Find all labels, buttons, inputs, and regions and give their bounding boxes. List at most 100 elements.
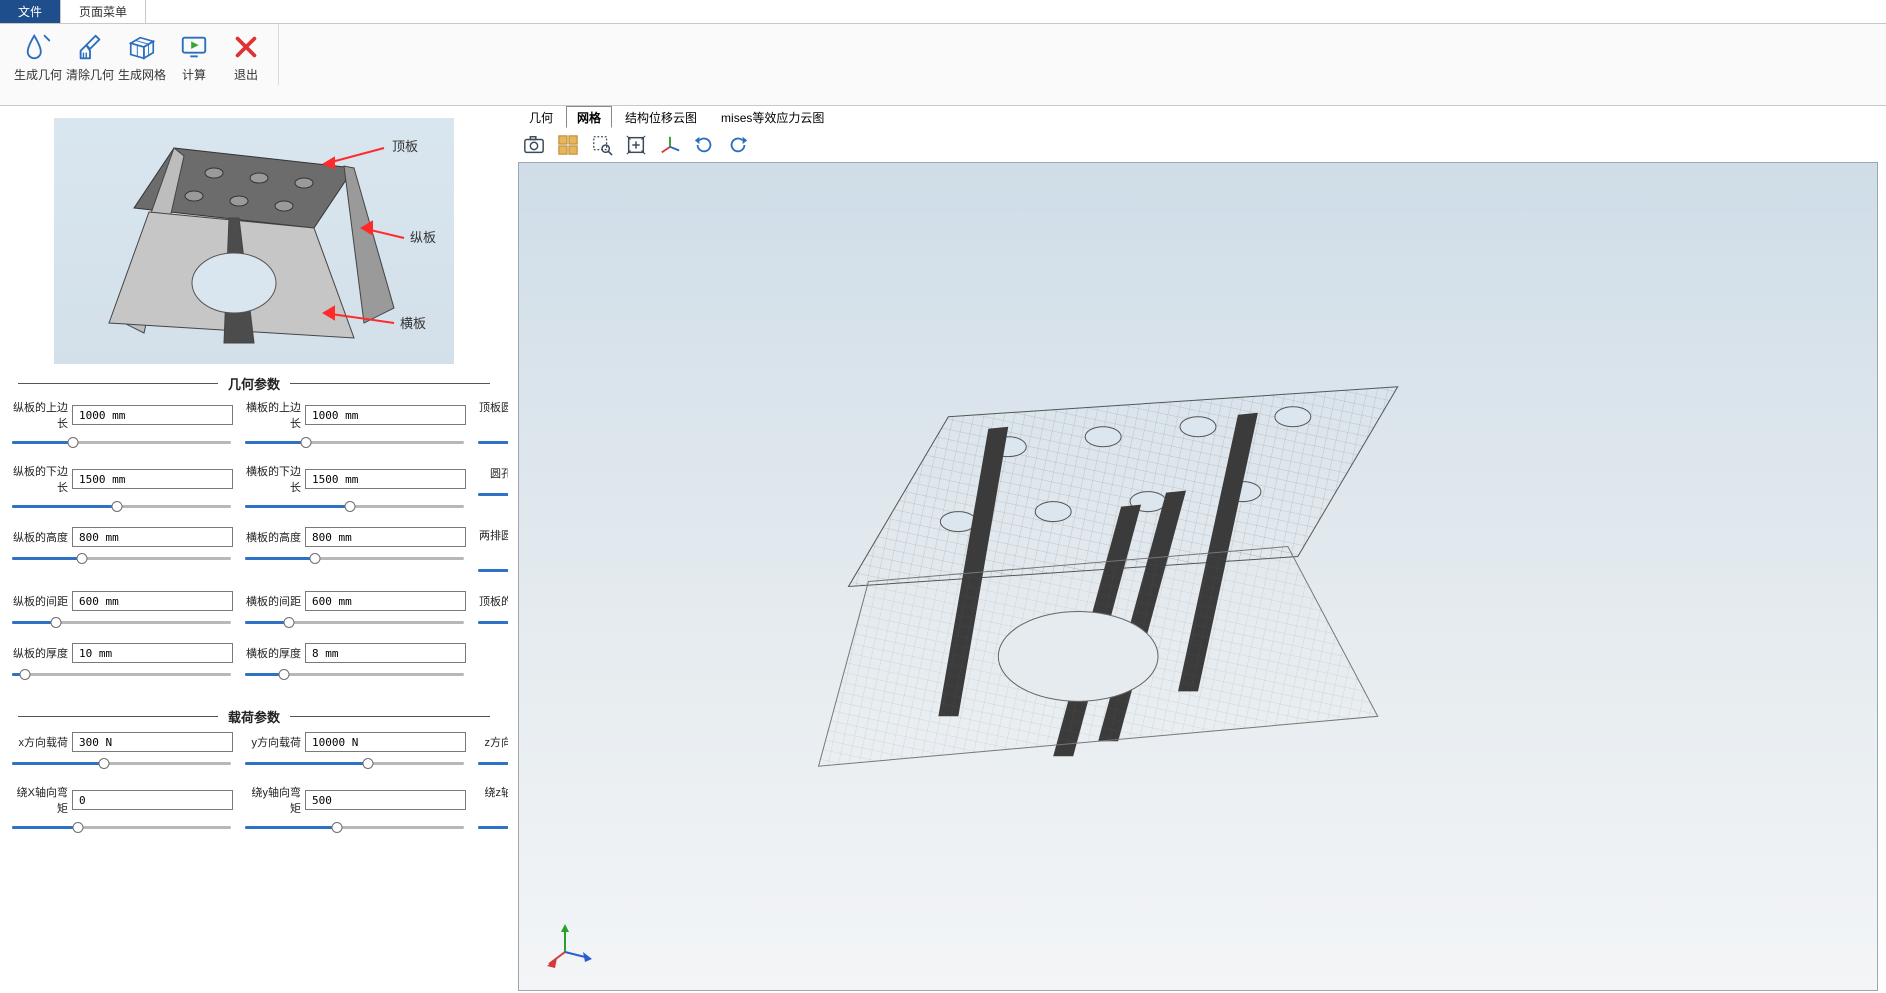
param-label: 横板的高度	[243, 529, 301, 545]
rotate-ccw-button[interactable]	[724, 131, 752, 159]
param-input[interactable]	[72, 790, 233, 810]
multiview-button[interactable]	[554, 131, 582, 159]
geom-param: 两排圆孔的间距	[476, 527, 508, 583]
geom-param: 纵板的高度	[10, 527, 233, 583]
geom-param: 圆孔间距	[476, 463, 508, 519]
param-slider[interactable]	[245, 756, 464, 770]
axis-orient-button[interactable]	[656, 131, 684, 159]
param-slider[interactable]	[245, 820, 464, 834]
param-input[interactable]	[305, 527, 466, 547]
param-slider[interactable]	[478, 615, 508, 629]
param-label: z方向载荷	[476, 734, 508, 750]
rotate-cw-button[interactable]	[690, 131, 718, 159]
top-tab-bar: 文件 页面菜单	[0, 0, 1886, 24]
param-input[interactable]	[72, 591, 233, 611]
label-long-plate: 纵板	[410, 230, 436, 245]
axis-triad-display	[547, 922, 593, 968]
param-input[interactable]	[305, 591, 466, 611]
load-param: x方向载荷	[10, 732, 233, 776]
param-slider[interactable]	[12, 615, 231, 629]
param-slider[interactable]	[12, 667, 231, 681]
param-slider[interactable]	[478, 563, 508, 577]
geom-param: 横板的间距	[243, 591, 466, 635]
rotate-ccw-icon	[727, 134, 749, 156]
param-slider[interactable]	[12, 499, 231, 513]
param-label: 纵板的高度	[10, 529, 68, 545]
clear-geometry-button[interactable]: 清除几何	[64, 28, 116, 83]
param-slider[interactable]	[245, 615, 464, 629]
param-input[interactable]	[72, 405, 233, 425]
ribbon-label: 计算	[182, 66, 206, 83]
fit-view-icon	[625, 134, 647, 156]
param-slider[interactable]	[478, 487, 508, 501]
geom-param: 纵板的厚度	[10, 643, 233, 687]
param-slider[interactable]	[245, 499, 464, 513]
param-label: 横板的厚度	[243, 645, 301, 661]
axis-triad-icon	[659, 134, 681, 156]
param-slider[interactable]	[245, 435, 464, 449]
param-label: 绕y轴向弯矩	[243, 784, 301, 816]
brush-icon	[75, 32, 105, 62]
load-param: z方向载荷	[476, 732, 508, 776]
ribbon-label: 生成网格	[118, 66, 166, 83]
param-label: 纵板的下边长	[10, 463, 68, 495]
view-tab-mises[interactable]: mises等效应力云图	[710, 106, 835, 128]
param-label: 圆孔间距	[476, 465, 508, 481]
param-slider[interactable]	[245, 551, 464, 565]
exit-button[interactable]: 退出	[220, 28, 272, 83]
param-label: 顶板的厚度	[476, 593, 508, 609]
zoom-area-icon	[591, 134, 613, 156]
tab-file[interactable]: 文件	[0, 0, 61, 23]
viewport-toolbar	[508, 128, 1886, 162]
param-input[interactable]	[305, 643, 466, 663]
param-slider[interactable]	[245, 667, 464, 681]
load-param: 绕X轴向弯矩	[10, 784, 233, 840]
param-input[interactable]	[72, 732, 233, 752]
load-param: 绕z轴向弯矩	[476, 784, 508, 840]
ribbon-toolbar: 生成几何 清除几何 生成网格	[0, 24, 1886, 106]
param-slider[interactable]	[478, 435, 508, 449]
generate-geometry-button[interactable]: 生成几何	[12, 28, 64, 83]
viewport-tab-bar: 几何 网格 结构位移云图 mises等效应力云图	[518, 108, 1886, 128]
param-slider[interactable]	[12, 435, 231, 449]
section-header-load: 载荷参数	[8, 707, 500, 726]
param-input[interactable]	[72, 643, 233, 663]
view-tab-geometry[interactable]: 几何	[518, 106, 564, 128]
param-slider[interactable]	[12, 551, 231, 565]
fit-view-button[interactable]	[622, 131, 650, 159]
param-label: 绕X轴向弯矩	[10, 784, 68, 816]
geom-param: 横板的上边长	[243, 399, 466, 455]
param-input[interactable]	[72, 469, 233, 489]
zoom-area-button[interactable]	[588, 131, 616, 159]
geom-param: 横板的下边长	[243, 463, 466, 519]
param-label: 纵板的厚度	[10, 645, 68, 661]
compute-button[interactable]: 计算	[168, 28, 220, 83]
param-label: 横板的下边长	[243, 463, 301, 495]
mesh-cube-icon	[127, 32, 157, 62]
param-label: x方向载荷	[10, 734, 68, 750]
param-input[interactable]	[305, 732, 466, 752]
generate-mesh-button[interactable]: 生成网格	[116, 28, 168, 83]
snapshot-button[interactable]	[520, 131, 548, 159]
param-input[interactable]	[305, 469, 466, 489]
param-slider[interactable]	[12, 756, 231, 770]
viewport-3d[interactable]	[518, 162, 1878, 991]
geom-param: 横板的高度	[243, 527, 466, 583]
param-input[interactable]	[305, 405, 466, 425]
param-input[interactable]	[72, 527, 233, 547]
geom-param: 顶板圆孔半径	[476, 399, 508, 455]
tab-page-menu[interactable]: 页面菜单	[61, 0, 146, 23]
geom-param: 纵板的上边长	[10, 399, 233, 455]
param-label: 两排圆孔的间距	[476, 527, 508, 559]
param-label: 纵板的间距	[10, 593, 68, 609]
param-input[interactable]	[305, 790, 466, 810]
parameter-panel: 顶板 纵板 横板 几何参数 纵板的上边长横板的上边长顶板圆孔半径纵板的下边长横板…	[0, 106, 508, 993]
view-tab-mesh[interactable]: 网格	[566, 106, 612, 128]
drop-icon	[23, 32, 53, 62]
geom-param: 顶板的厚度	[476, 591, 508, 635]
geometry-schematic: 顶板 纵板 横板	[54, 118, 454, 364]
view-tab-disp[interactable]: 结构位移云图	[614, 106, 708, 128]
param-slider[interactable]	[478, 756, 508, 770]
param-slider[interactable]	[478, 820, 508, 834]
param-slider[interactable]	[12, 820, 231, 834]
